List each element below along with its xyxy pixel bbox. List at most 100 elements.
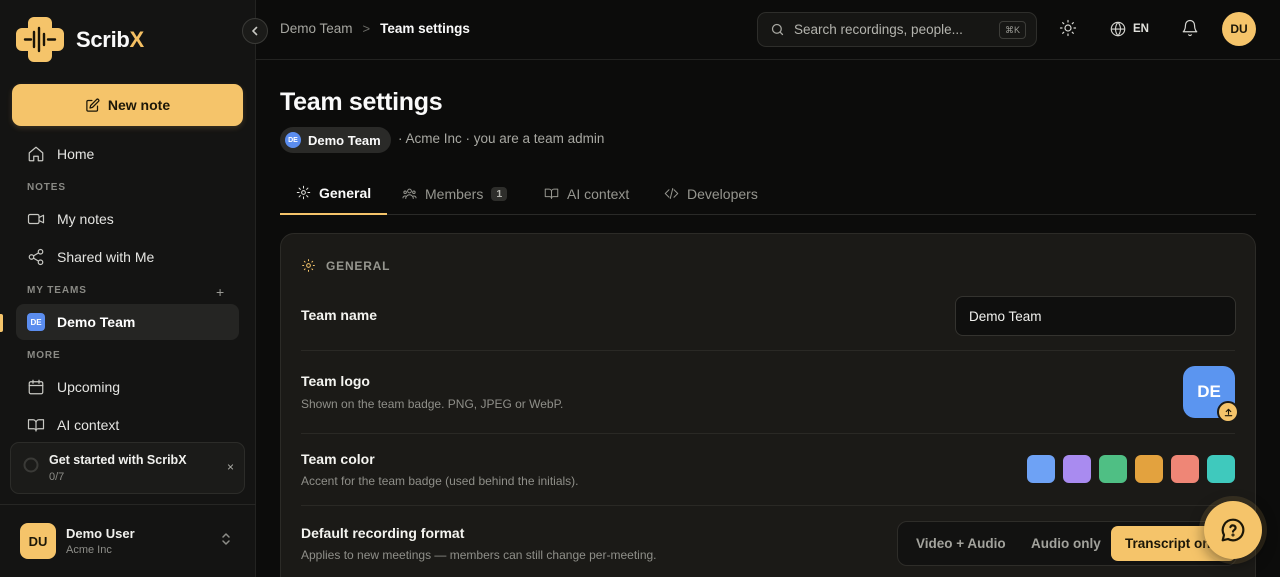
get-started-card[interactable]: Get started with ScribX 0/7 ×	[10, 442, 245, 494]
search-input[interactable]: Search recordings, people... ⌘K	[757, 12, 1037, 47]
sidebar-item-my-notes[interactable]: My notes	[16, 201, 239, 237]
add-team-button[interactable]: +	[216, 284, 224, 300]
section-label-notes: NOTES	[27, 182, 66, 193]
team-color-label: Team color	[301, 451, 375, 467]
members-count-badge: 1	[491, 186, 508, 201]
edit-icon	[86, 98, 100, 112]
theme-toggle-button[interactable]	[1059, 19, 1079, 39]
team-meta: · Acme Inc · you are a team admin	[398, 131, 605, 146]
help-chat-button[interactable]	[1204, 501, 1262, 559]
chevron-updown-icon[interactable]	[221, 532, 231, 547]
avatar[interactable]: DU	[1222, 12, 1256, 46]
breadcrumb-parent[interactable]: Demo Team	[280, 21, 353, 36]
book-icon	[27, 419, 45, 432]
user-menu[interactable]: DU Demo User Acme Inc	[20, 523, 135, 559]
settings-tabs: General Members 1 AI context Developers	[280, 172, 1256, 215]
breadcrumb-current: Team settings	[380, 21, 470, 36]
row-divider	[301, 433, 1235, 434]
color-swatch-blue[interactable]	[1027, 455, 1055, 483]
team-logo-label: Team logo	[301, 373, 370, 389]
color-swatch-green[interactable]	[1099, 455, 1127, 483]
new-note-label: New note	[107, 97, 171, 113]
user-org: Acme Inc	[66, 544, 112, 556]
sidebar-item-label: Demo Team	[57, 314, 136, 330]
color-swatch-teal[interactable]	[1207, 455, 1235, 483]
team-pill[interactable]: DE Demo Team	[280, 127, 391, 153]
search-icon	[771, 23, 784, 36]
breadcrumb: Demo Team > Team settings	[280, 21, 470, 36]
team-logo-help: Shown on the team badge. PNG, JPEG or We…	[301, 397, 564, 411]
section-label-teams: MY TEAMS	[27, 285, 87, 296]
bell-icon	[1182, 19, 1198, 37]
team-pill-label: Demo Team	[308, 132, 381, 148]
gear-icon	[296, 185, 311, 200]
sidebar-item-upcoming[interactable]: Upcoming	[16, 369, 239, 405]
sidebar-item-shared[interactable]: Shared with Me	[16, 239, 239, 275]
keyboard-shortcut: ⌘K	[998, 21, 1026, 39]
sun-icon	[1059, 19, 1077, 37]
tab-label: General	[319, 184, 372, 201]
recording-format-label: Default recording format	[301, 525, 465, 541]
home-icon	[28, 146, 44, 162]
video-icon	[27, 213, 45, 225]
users-icon	[402, 188, 417, 199]
sidebar-item-ai-context[interactable]: AI context	[16, 407, 239, 443]
active-indicator	[0, 314, 3, 332]
globe-icon	[1110, 21, 1126, 37]
tab-label: AI context	[567, 185, 630, 202]
code-icon	[664, 188, 679, 199]
section-label-more: MORE	[27, 350, 61, 361]
tab-ai-context[interactable]: AI context	[528, 172, 645, 215]
tab-label: Developers	[687, 185, 758, 202]
upload-logo-icon[interactable]	[1217, 401, 1239, 423]
sidebar: ScribX New note Home NOTES My notes Shar…	[0, 0, 256, 577]
team-name-label: Team name	[301, 307, 377, 323]
book-icon	[544, 188, 559, 199]
card-header: GENERAL	[301, 258, 390, 273]
tab-label: Members	[425, 185, 484, 202]
team-badge: DE	[285, 132, 301, 148]
general-settings-card: GENERAL Team name Demo Team Team logo Sh…	[280, 233, 1256, 577]
brand-name: ScribX	[76, 26, 144, 52]
calendar-icon	[28, 379, 44, 395]
tab-general[interactable]: General	[280, 172, 388, 215]
row-divider	[301, 350, 1235, 351]
tab-developers[interactable]: Developers	[648, 172, 774, 215]
chevron-left-icon	[252, 26, 258, 36]
tab-members[interactable]: Members 1	[386, 172, 523, 215]
page-title: Team settings	[280, 88, 443, 116]
avatar: DU	[20, 523, 56, 559]
recording-format-help: Applies to new meetings — members can st…	[301, 548, 657, 562]
team-color-help: Accent for the team badge (used behind t…	[301, 474, 579, 488]
sidebar-item-label: My notes	[57, 211, 114, 227]
sidebar-item-label: AI context	[57, 417, 120, 433]
recording-format-selector: Video + Audio Audio only Transcript only	[897, 521, 1237, 566]
help-chat-icon	[1221, 518, 1245, 542]
notifications-button[interactable]	[1181, 19, 1201, 39]
sidebar-item-demo-team[interactable]: DE Demo Team	[16, 304, 239, 340]
share-icon	[28, 248, 44, 266]
user-name: Demo User	[66, 526, 135, 541]
language-label: EN	[1133, 23, 1149, 35]
color-swatch-orange[interactable]	[1135, 455, 1163, 483]
gear-icon	[302, 259, 315, 272]
sidebar-item-home[interactable]: Home	[16, 136, 239, 172]
search-placeholder: Search recordings, people...	[794, 22, 963, 37]
brand-logo[interactable]: ScribX	[16, 17, 144, 62]
collapse-sidebar-button[interactable]	[242, 18, 268, 44]
card-heading: GENERAL	[326, 258, 391, 273]
top-bar: Demo Team > Team settings Search recordi…	[256, 0, 1280, 60]
row-divider	[301, 505, 1235, 506]
color-swatch-coral[interactable]	[1171, 455, 1199, 483]
progress-ring-icon	[23, 457, 39, 473]
language-selector[interactable]: EN	[1109, 20, 1149, 38]
color-swatch-purple[interactable]	[1063, 455, 1091, 483]
format-option-audio-only[interactable]: Audio only	[1017, 526, 1115, 561]
close-icon[interactable]: ×	[227, 460, 234, 474]
get-started-progress: 0/7	[49, 471, 65, 483]
sidebar-item-label: Upcoming	[57, 379, 121, 395]
format-option-video-audio[interactable]: Video + Audio	[902, 526, 1020, 561]
logo-mark-icon	[16, 17, 64, 62]
new-note-button[interactable]: New note	[12, 84, 243, 126]
team-name-field[interactable]: Demo Team	[955, 296, 1236, 336]
